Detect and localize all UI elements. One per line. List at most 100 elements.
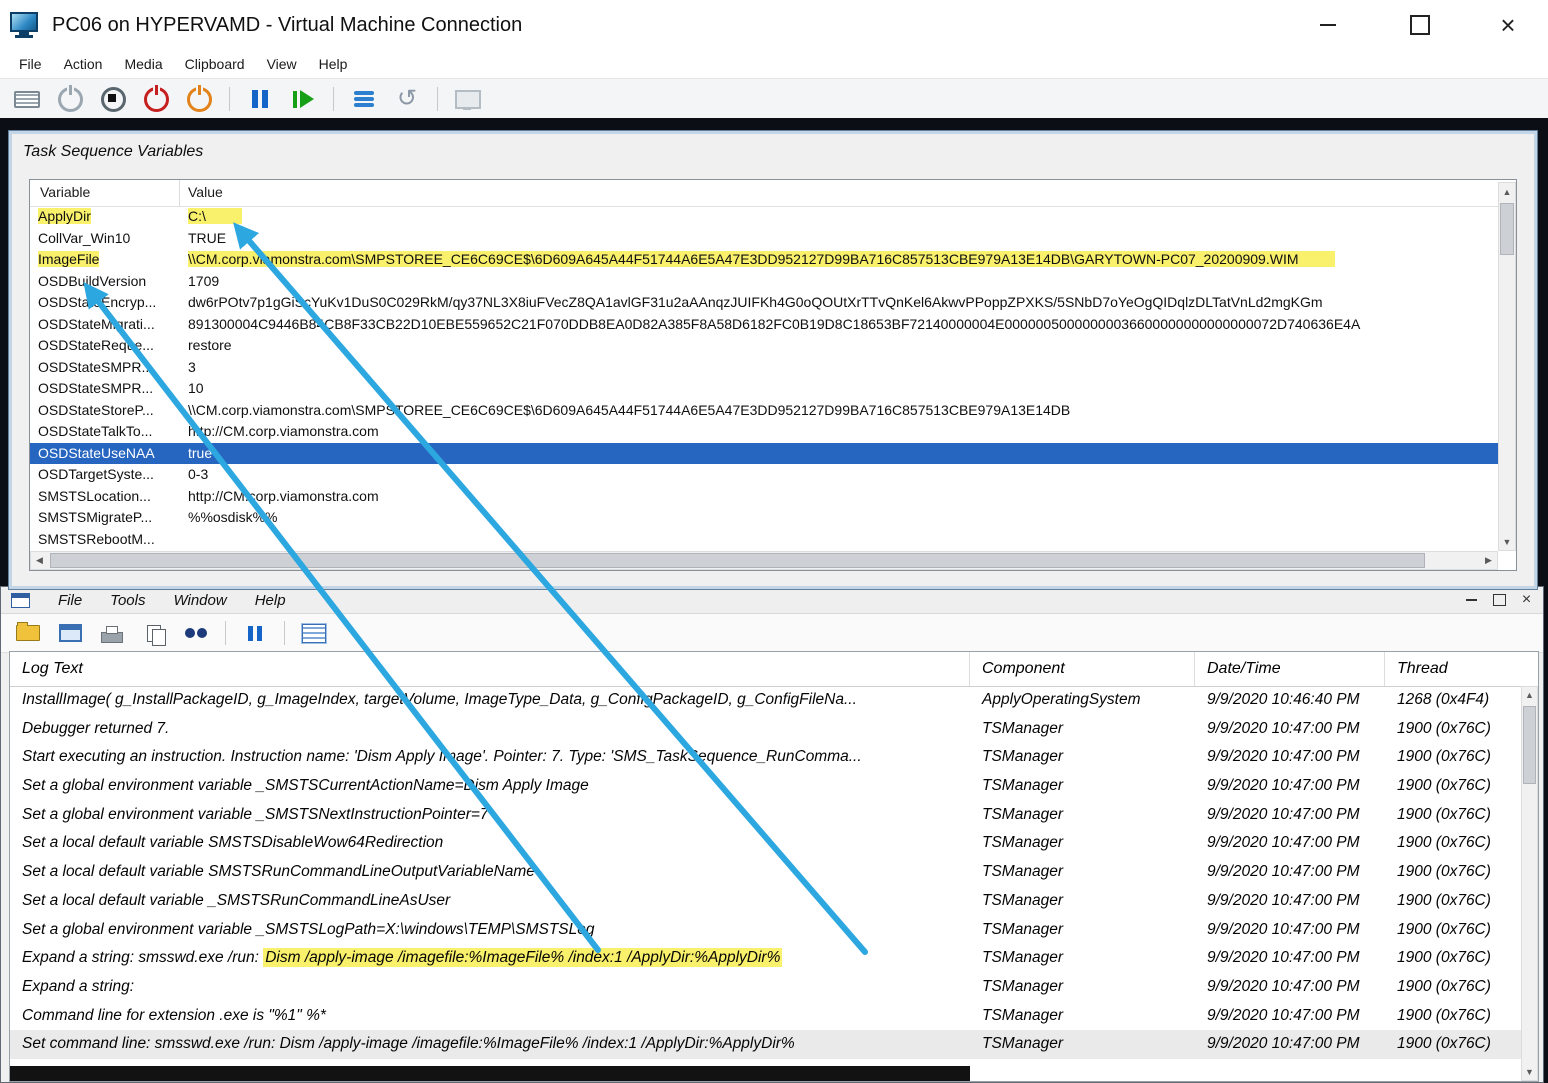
revert-icon[interactable]: ↺ <box>394 86 420 112</box>
ts-variable-list: Variable Value ApplyDir C:\ CollVar_Win1… <box>29 179 1517 571</box>
log-vertical-scrollbar[interactable]: ▲ ▼ <box>1521 686 1538 1081</box>
ts-vertical-scrollbar[interactable]: ▲ ▼ <box>1498 182 1516 551</box>
scroll-thumb[interactable] <box>1523 706 1536 784</box>
find-icon[interactable] <box>183 620 209 646</box>
log-col-component[interactable]: Component <box>970 652 1195 686</box>
ts-variable-cell: OSDStateReque... <box>30 335 180 357</box>
log-row[interactable]: Expand a string: TSManager 9/9/2020 10:4… <box>10 973 1521 1002</box>
ts-row[interactable]: OSDStateSMPR... 10 <box>30 378 1498 400</box>
log-col-logtext[interactable]: Log Text <box>10 652 970 686</box>
print-icon[interactable] <box>99 620 125 646</box>
ts-horizontal-scrollbar[interactable]: ◀ ▶ <box>30 551 1498 570</box>
shut-down-icon[interactable] <box>143 86 169 112</box>
ts-row[interactable]: ApplyDir C:\ <box>30 206 1498 228</box>
ts-variable-cell: SMSTSMigrateP... <box>30 507 180 529</box>
log-thread-cell: 1900 (0x76C) <box>1385 1030 1521 1059</box>
log-row[interactable]: InstallImage( g_InstallPackageID, g_Imag… <box>10 686 1521 715</box>
ts-row[interactable]: SMSTSRebootM... <box>30 529 1498 551</box>
enhanced-session-icon[interactable] <box>455 86 481 112</box>
menu-item[interactable]: File <box>8 56 53 72</box>
ctrl-alt-del-icon[interactable] <box>14 86 40 112</box>
log-row[interactable]: Start executing an instruction. Instruct… <box>10 743 1521 772</box>
scroll-up-button[interactable]: ▲ <box>1499 183 1515 200</box>
save-state-icon[interactable] <box>186 86 212 112</box>
log-row[interactable]: Set a global environment variable _SMSTS… <box>10 801 1521 830</box>
log-row[interactable]: Set a global environment variable _SMSTS… <box>10 916 1521 945</box>
log-text-cell: Set command line: smsswd.exe /run: Dism … <box>10 1030 970 1059</box>
ts-row[interactable]: OSDStateUseNAA true <box>30 443 1498 465</box>
log-datetime-cell: 9/9/2020 10:47:00 PM <box>1195 772 1385 801</box>
ts-value-cell: 1709 <box>180 271 1498 293</box>
cmtrace-restore-button[interactable] <box>1493 594 1506 606</box>
resume-icon[interactable] <box>290 86 316 112</box>
log-datetime-cell: 9/9/2020 10:47:00 PM <box>1195 973 1385 1002</box>
log-rows: InstallImage( g_InstallPackageID, g_Imag… <box>10 686 1521 1081</box>
log-row[interactable]: Expand a string: smsswd.exe /run: Dism /… <box>10 944 1521 973</box>
log-row[interactable]: Set a global environment variable _SMSTS… <box>10 772 1521 801</box>
log-col-datetime[interactable]: Date/Time <box>1195 652 1385 686</box>
ts-row[interactable]: OSDStateTalkTo... http://CM.corp.viamons… <box>30 421 1498 443</box>
ts-row[interactable]: OSDBuildVersion 1709 <box>30 271 1498 293</box>
scroll-thumb[interactable] <box>1500 203 1514 255</box>
copy-icon[interactable] <box>141 620 167 646</box>
checkpoint-icon[interactable] <box>351 86 377 112</box>
cmtrace-menu-item[interactable]: Help <box>241 592 300 609</box>
cmtrace-menu-items: FileToolsWindowHelp <box>44 592 300 609</box>
log-component-cell: TSManager <box>970 743 1195 772</box>
cmtrace-menu-item[interactable]: File <box>44 592 96 609</box>
log-row[interactable]: Set a local default variable SMSTSRunCom… <box>10 858 1521 887</box>
ts-row[interactable]: OSDStateMigrati... 891300004C9446B84CB8F… <box>30 314 1498 336</box>
ts-row[interactable]: OSDStateEncryp... dw6rPOtv7p1gGiScYuKv1D… <box>30 292 1498 314</box>
pause-icon[interactable] <box>247 86 273 112</box>
log-component-cell: TSManager <box>970 1002 1195 1031</box>
scroll-thumb[interactable] <box>50 553 1425 568</box>
ts-row[interactable]: OSDStateStoreP... \\CM.corp.viamonstra.c… <box>30 400 1498 422</box>
ts-row[interactable]: SMSTSMigrateP... %%osdisk%% <box>30 507 1498 529</box>
ts-variable-cell: OSDStateEncryp... <box>30 292 180 314</box>
scroll-right-button[interactable]: ▶ <box>1480 552 1497 569</box>
log-row[interactable]: Set a local default variable SMSTSDisabl… <box>10 829 1521 858</box>
ts-row[interactable]: OSDStateReque... restore <box>30 335 1498 357</box>
highlight-icon[interactable] <box>301 620 327 646</box>
ts-variable-cell: SMSTSRebootM... <box>30 529 180 551</box>
ts-value-cell: 0-3 <box>180 464 1498 486</box>
log-text-cell: Command line for extension .exe is "%1" … <box>10 1002 970 1031</box>
cmtrace-close-button[interactable]: × <box>1522 592 1531 608</box>
cmtrace-minimize-button[interactable] <box>1466 599 1477 601</box>
ts-row[interactable]: ImageFile \\CM.corp.viamonstra.com\SMPST… <box>30 249 1498 271</box>
ts-row[interactable]: SMSTSLocation... http://CM.corp.viamonst… <box>30 486 1498 508</box>
cmtrace-menu-item[interactable]: Tools <box>96 592 159 609</box>
ts-col-variable[interactable]: Variable <box>30 180 180 206</box>
log-component-cell: TSManager <box>970 715 1195 744</box>
log-row[interactable]: Set command line: smsswd.exe /run: Dism … <box>10 1030 1521 1059</box>
menu-item[interactable]: Action <box>53 56 114 72</box>
log-row[interactable]: Set a local default variable _SMSTSRunCo… <box>10 887 1521 916</box>
minimize-button[interactable] <box>1308 10 1348 40</box>
menu-item[interactable]: View <box>256 56 308 72</box>
menu-item[interactable]: Help <box>308 56 359 72</box>
start-icon[interactable] <box>57 86 83 112</box>
scroll-up-button[interactable]: ▲ <box>1522 687 1537 703</box>
turn-off-icon[interactable] <box>100 86 126 112</box>
log-thread-cell: 1268 (0x4F4) <box>1385 686 1521 715</box>
pause-icon[interactable] <box>242 620 268 646</box>
window-icon[interactable] <box>57 620 83 646</box>
ts-row[interactable]: OSDTargetSyste... 0-3 <box>30 464 1498 486</box>
menu-item[interactable]: Media <box>113 56 173 72</box>
scroll-down-button[interactable]: ▼ <box>1499 533 1515 550</box>
scroll-down-button[interactable]: ▼ <box>1522 1064 1537 1080</box>
scroll-left-button[interactable]: ◀ <box>31 552 48 569</box>
maximize-button[interactable] <box>1400 10 1440 40</box>
ts-row[interactable]: OSDStateSMPR... 3 <box>30 357 1498 379</box>
close-button[interactable]: × <box>1488 10 1528 40</box>
cmtrace-menu-item[interactable]: Window <box>159 592 240 609</box>
log-row[interactable]: Debugger returned 7. TSManager 9/9/2020 … <box>10 715 1521 744</box>
open-icon[interactable] <box>15 620 41 646</box>
vmconnect-window: PC06 on HYPERVAMD - Virtual Machine Conn… <box>0 0 1548 1083</box>
ts-col-value[interactable]: Value <box>180 180 223 206</box>
menu-item[interactable]: Clipboard <box>174 56 256 72</box>
log-thread-cell: 1900 (0x76C) <box>1385 829 1521 858</box>
ts-row[interactable]: CollVar_Win10 TRUE <box>30 228 1498 250</box>
log-col-thread[interactable]: Thread <box>1385 652 1538 686</box>
log-row[interactable]: Command line for extension .exe is "%1" … <box>10 1002 1521 1031</box>
